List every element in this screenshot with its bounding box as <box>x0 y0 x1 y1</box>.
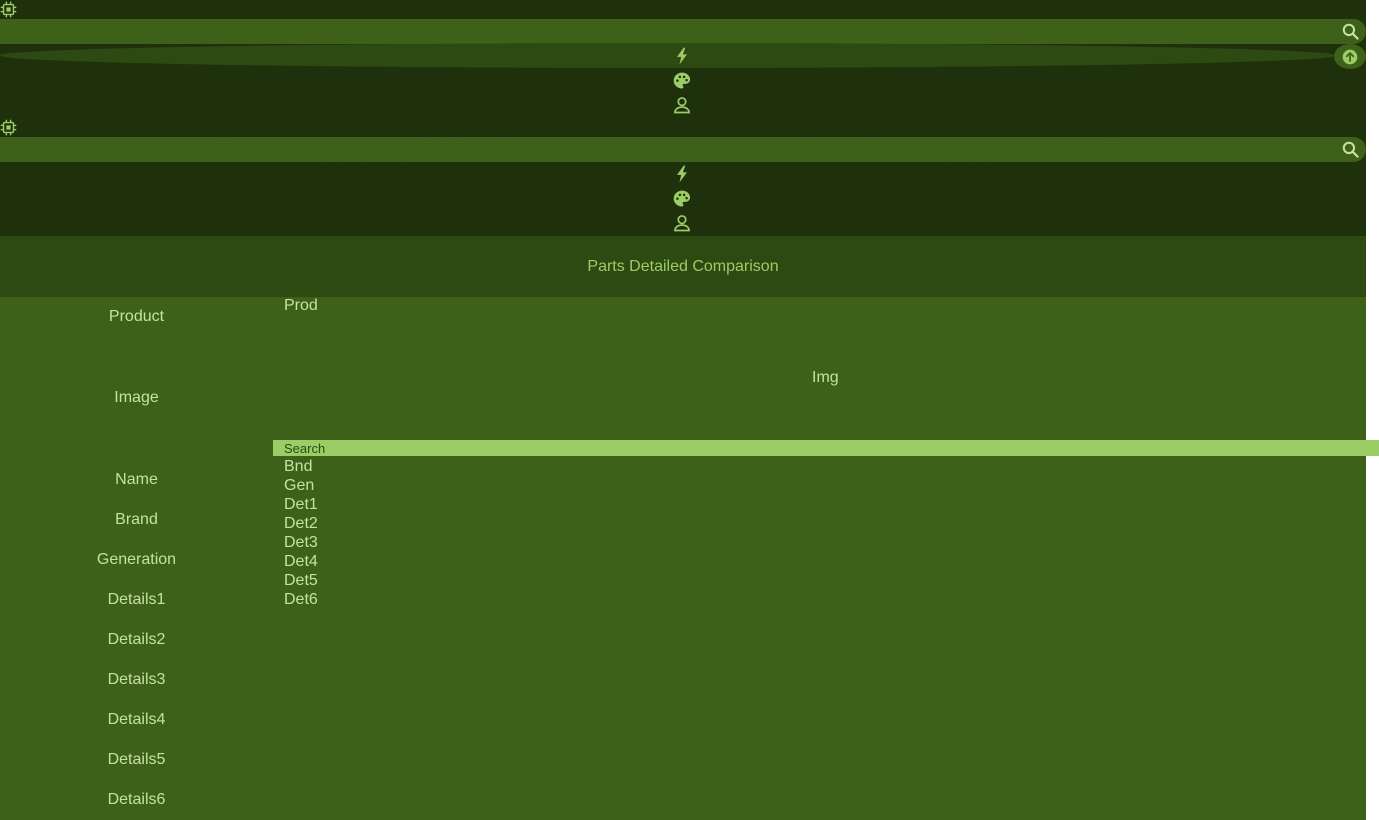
row-label-details4: Details4 <box>107 711 166 728</box>
details4-value: Det4 <box>284 553 318 570</box>
details1-value: Det1 <box>284 496 318 513</box>
row-label-name: Name <box>115 471 158 488</box>
user-icon[interactable] <box>672 213 692 233</box>
comparison-table: Product Image Name Brand Generation Deta… <box>0 297 1379 820</box>
product-image: Img <box>812 369 839 386</box>
user-icon[interactable] <box>672 95 692 115</box>
details2-value: Det2 <box>284 515 318 532</box>
row-label-details2: Details2 <box>107 631 166 648</box>
row-label-details6: Details6 <box>107 791 166 808</box>
search-icon[interactable] <box>1341 140 1360 159</box>
chip-icon[interactable] <box>0 119 17 136</box>
search-bar[interactable] <box>0 137 1366 162</box>
details6-value: Det6 <box>284 591 318 608</box>
product-value: Prod <box>284 297 318 314</box>
row-label-details5: Details5 <box>107 751 166 768</box>
details5-value: Det5 <box>284 572 318 589</box>
row-label-product: Product <box>108 308 165 325</box>
row-label-brand: Brand <box>115 511 158 528</box>
arrow-up-icon <box>1342 49 1358 64</box>
nav-icons <box>672 164 694 238</box>
secondary-bar <box>0 43 1336 68</box>
search-bar-field[interactable] <box>0 19 1336 44</box>
brand-value: Bnd <box>284 458 313 475</box>
header-top <box>0 0 1366 118</box>
row-label-generation: Generation <box>96 551 177 568</box>
row-label-details3: Details3 <box>107 671 166 688</box>
generation-value: Gen <box>284 477 315 494</box>
header-duplicate <box>0 118 1366 236</box>
search-bar[interactable] <box>0 19 1366 44</box>
row-label-details1: Details1 <box>107 591 166 608</box>
product-search-input[interactable] <box>273 440 1379 456</box>
palette-icon[interactable] <box>672 71 692 91</box>
page-title: Parts Detailed Comparison <box>587 257 779 275</box>
chip-icon[interactable] <box>0 1 17 18</box>
page-title-bar: Parts Detailed Comparison <box>0 236 1366 297</box>
bolt-icon[interactable] <box>672 46 692 66</box>
row-label-image: Image <box>114 389 159 406</box>
detail-values: Bnd Gen Det1 Det2 Det3 Det4 Det5 Det6 <box>284 457 318 609</box>
palette-icon[interactable] <box>672 189 692 209</box>
search-bar-field[interactable] <box>0 137 1336 162</box>
details3-value: Det3 <box>284 534 318 551</box>
bolt-icon[interactable] <box>672 164 692 184</box>
search-icon[interactable] <box>1341 22 1360 41</box>
nav-icons <box>672 46 694 120</box>
page: Parts Detailed Comparison Product Image … <box>0 0 1379 820</box>
scroll-top-button[interactable] <box>1334 44 1366 69</box>
